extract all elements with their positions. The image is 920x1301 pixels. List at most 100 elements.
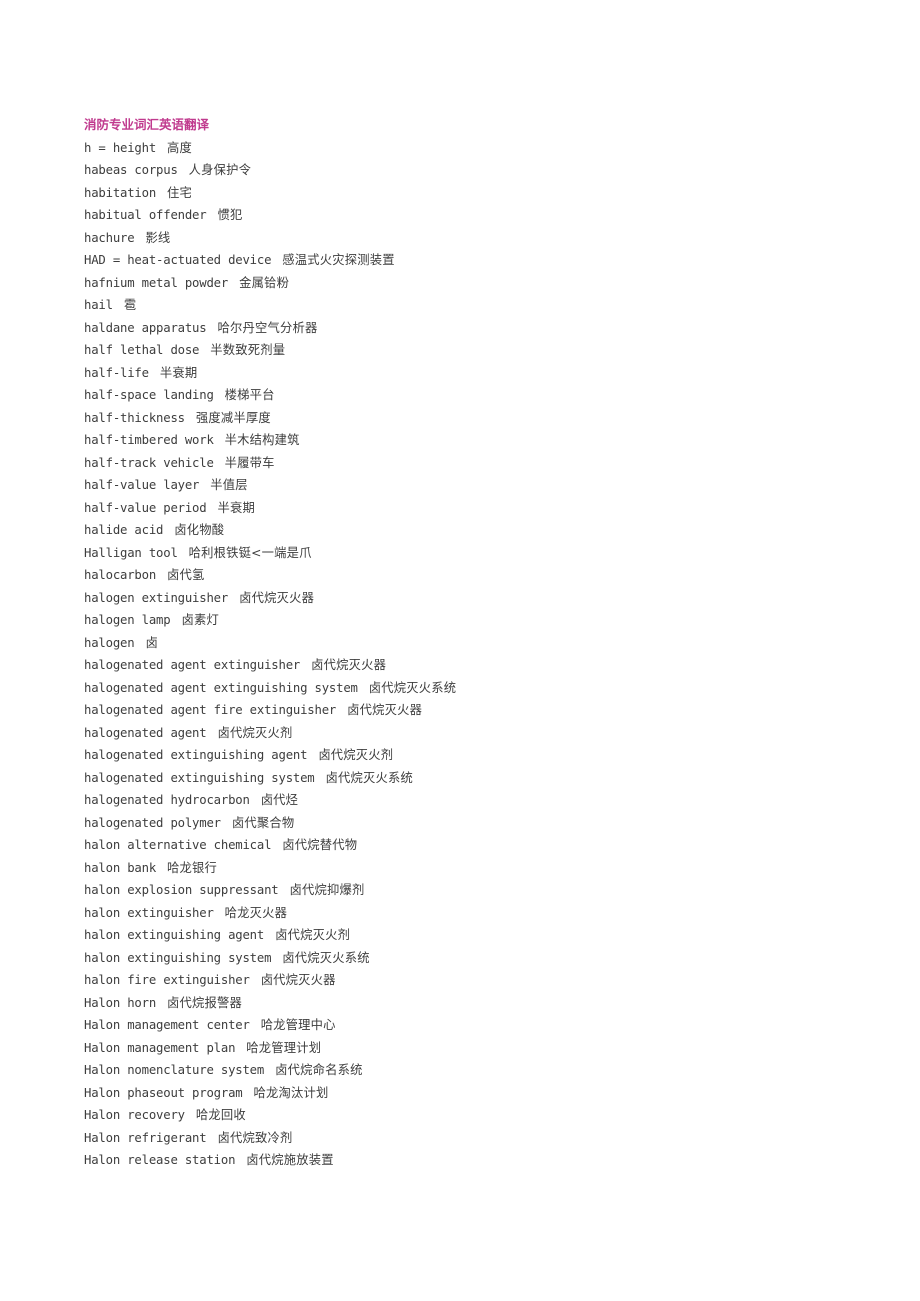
glossary-translation: 哈龙管理中心 — [260, 1018, 336, 1032]
glossary-term: Halon phaseout program — [84, 1085, 243, 1100]
term-translation-gap — [242, 1082, 253, 1105]
glossary-entry: Halon release station 卤代烷施放装置 — [84, 1149, 844, 1172]
term-translation-gap — [156, 857, 167, 880]
glossary-term: half-space landing — [84, 388, 214, 402]
glossary-entry: Halon nomenclature system 卤代烷命名系统 — [84, 1059, 844, 1082]
glossary-term: Halon horn — [84, 995, 157, 1010]
glossary-term: half-thickness — [84, 410, 185, 425]
glossary-translation: 高度 — [167, 140, 193, 155]
glossary-entry: habeas corpus 人身保护令 — [84, 159, 844, 182]
glossary-entry: habitual offender 惯犯 — [84, 204, 844, 227]
term-translation-gap — [214, 452, 225, 475]
glossary-translation: 哈龙回收 — [195, 1108, 246, 1122]
term-translation-gap — [271, 249, 282, 272]
glossary-term: halogenated extinguishing agent — [84, 748, 308, 762]
term-translation-gap — [228, 272, 239, 295]
glossary-translation: 哈龙淘汰计划 — [253, 1085, 329, 1100]
glossary-entry: halogen lamp 卤素灯 — [84, 609, 844, 632]
glossary-translation: 卤代烷报警器 — [167, 995, 243, 1010]
glossary-entry: h = height 高度 — [84, 137, 844, 160]
term-translation-gap — [214, 384, 225, 407]
glossary-entry: halogenated agent fire extinguisher 卤代烷灭… — [84, 699, 844, 722]
glossary-translation: 楼梯平台 — [224, 388, 275, 402]
glossary-term: halon fire extinguisher — [84, 973, 250, 987]
term-translation-gap — [156, 992, 167, 1015]
glossary-entry: hachure 影线 — [84, 227, 844, 250]
glossary-translation: 卤代烷灭火剂 — [318, 748, 394, 762]
glossary-entry: Halon refrigerant 卤代烷致冷剂 — [84, 1127, 844, 1150]
glossary-entry: halogenated agent extinguishing system 卤… — [84, 677, 844, 700]
glossary-translation: 卤代烷灭火系统 — [325, 770, 413, 785]
glossary-translation: 哈龙银行 — [167, 860, 218, 875]
glossary-translation: 影线 — [145, 230, 171, 245]
glossary-translation: 卤代烷灭火系统 — [368, 680, 457, 695]
glossary-term: hail — [84, 298, 113, 312]
glossary-term: hafnium metal powder — [84, 275, 229, 290]
term-translation-gap — [279, 879, 290, 902]
glossary-translation: 卤代烷抑爆剂 — [289, 883, 365, 897]
glossary-term: Halon nomenclature system — [84, 1063, 265, 1077]
term-translation-gap — [199, 339, 210, 362]
glossary-translation: 半履带车 — [224, 455, 275, 470]
document-content: 消防专业词汇英语翻译 h = height 高度 habeas corpus 人身… — [84, 114, 844, 1172]
glossary-entry: halon bank 哈龙银行 — [84, 857, 844, 880]
glossary-translation: 卤化物酸 — [174, 523, 225, 537]
glossary-term: halon extinguishing agent — [84, 928, 265, 942]
glossary-term: Halon recovery — [84, 1108, 185, 1122]
glossary-entry: Halon recovery 哈龙回收 — [84, 1104, 844, 1127]
term-translation-gap — [271, 947, 282, 970]
glossary-translation: 哈龙灭火器 — [224, 905, 288, 920]
glossary-term: halogen extinguisher — [84, 590, 229, 605]
term-translation-gap — [178, 542, 189, 565]
glossary-term: halon explosion suppressant — [84, 883, 279, 897]
glossary-translation: 卤代氢 — [167, 568, 205, 582]
glossary-term: halogenated extinguishing system — [84, 770, 315, 785]
glossary-entry: hafnium metal powder 金属铪粉 — [84, 272, 844, 295]
glossary-entry: half-track vehicle 半履带车 — [84, 452, 844, 475]
glossary-term: halogen lamp — [84, 613, 171, 627]
glossary-term: half lethal dose — [84, 343, 200, 357]
glossary-entry: hail 雹 — [84, 294, 844, 317]
glossary-term: Halligan tool — [84, 545, 178, 560]
term-translation-gap — [264, 924, 275, 947]
glossary-term: half-timbered work — [84, 433, 214, 447]
term-translation-gap — [235, 1149, 246, 1172]
glossary-translation: 卤代聚合物 — [231, 815, 295, 830]
page-title: 消防专业词汇英语翻译 — [84, 117, 210, 132]
term-translation-gap — [358, 677, 369, 700]
glossary-term: half-value layer — [84, 478, 200, 492]
glossary-entry: half lethal dose 半数致死剂量 — [84, 339, 844, 362]
glossary-term: halogenated hydrocarbon — [84, 793, 250, 807]
term-translation-gap — [134, 632, 145, 655]
document-page: 消防专业词汇英语翻译 h = height 高度 habeas corpus 人身… — [0, 0, 920, 1301]
glossary-translation: 金属铪粉 — [239, 275, 290, 290]
glossary-term: haldane apparatus — [84, 320, 207, 335]
term-translation-gap — [250, 1014, 261, 1037]
glossary-entry: halon explosion suppressant 卤代烷抑爆剂 — [84, 879, 844, 902]
term-translation-gap — [307, 744, 318, 767]
term-translation-gap — [206, 204, 217, 227]
glossary-translation: 惯犯 — [217, 208, 243, 222]
glossary-term: halogenated agent extinguishing system — [84, 680, 358, 695]
term-translation-gap — [221, 812, 232, 835]
glossary-term: habitation — [84, 185, 157, 200]
glossary-term: Halon management center — [84, 1018, 250, 1032]
glossary-entry: half-life 半衰期 — [84, 362, 844, 385]
glossary-entry: Halon management plan 哈龙管理计划 — [84, 1037, 844, 1060]
glossary-entry: Halligan tool 哈利根铁铤<一端是爪 — [84, 542, 844, 565]
glossary-entry: halogenated agent 卤代烷灭火剂 — [84, 722, 844, 745]
glossary-translation: 人身保护令 — [188, 163, 252, 177]
glossary-translation: 住宅 — [167, 185, 193, 200]
glossary-translation: 卤代烷灭火剂 — [217, 725, 293, 740]
glossary-term: halogen — [84, 635, 135, 650]
glossary-entry: half-space landing 楼梯平台 — [84, 384, 844, 407]
glossary-entry: halogenated hydrocarbon 卤代烃 — [84, 789, 844, 812]
glossary-term: halogenated polymer — [84, 815, 221, 830]
glossary-term: halon bank — [84, 860, 157, 875]
glossary-term: halon extinguishing system — [84, 950, 272, 965]
glossary-entry: halon extinguishing agent 卤代烷灭火剂 — [84, 924, 844, 947]
glossary-entry: habitation 住宅 — [84, 182, 844, 205]
term-translation-gap — [149, 362, 160, 385]
glossary-translation: 卤代烷施放装置 — [246, 1153, 334, 1167]
term-translation-gap — [250, 969, 261, 992]
